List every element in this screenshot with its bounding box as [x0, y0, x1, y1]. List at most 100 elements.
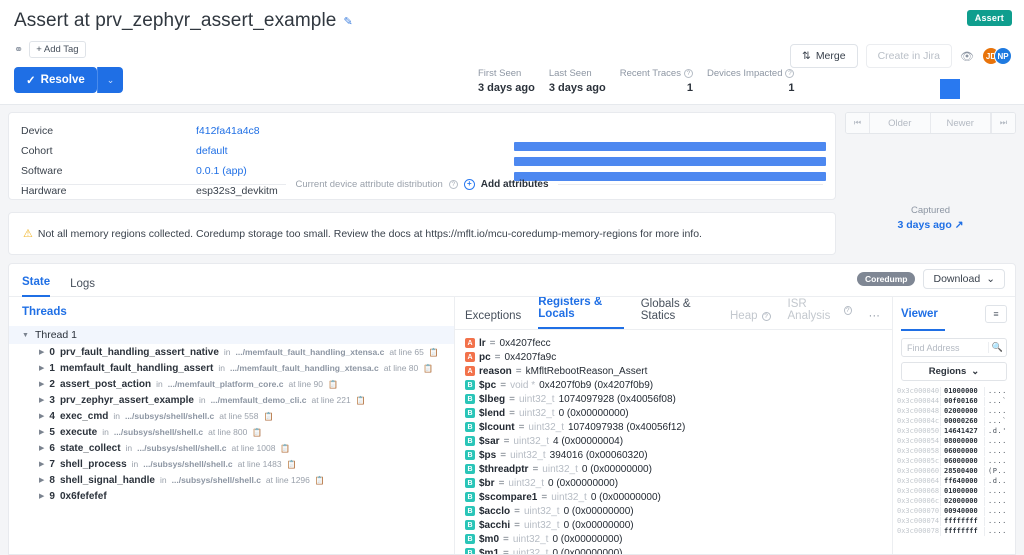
title-row: Assert at prv_zephyr_assert_example ✎ — [14, 10, 1010, 32]
hex-ascii: .d.' — [988, 426, 1007, 435]
stack-frame[interactable]: ▶ 2 assert_post_action in .../memfault_platf… — [9, 376, 454, 392]
tab-logs[interactable]: Logs — [70, 278, 95, 297]
register-row[interactable]: B $ps = uint32_t 394016 (0x00060320) — [465, 448, 892, 462]
register-row[interactable]: B $pc = void * 0x4207f0b9 (0x4207f0b9) — [465, 378, 892, 392]
stack-frame[interactable]: ▶ 0 prv_fault_handling_assert_native in .../… — [9, 344, 454, 360]
merge-button[interactable]: ⇅ Merge — [790, 44, 858, 68]
register-equals: = — [515, 365, 522, 377]
eye-icon[interactable]: 👁 — [960, 50, 974, 63]
captured-value[interactable]: 3 days ago ↗ — [845, 219, 1016, 231]
stat-recent-traces-value: 1 — [686, 82, 693, 94]
add-attributes-button[interactable]: Add attributes — [481, 179, 549, 190]
register-row[interactable]: B $m0 = uint32_t 0 (0x00000000) — [465, 532, 892, 546]
register-row[interactable]: B $br = uint32_t 0 (0x00000000) — [465, 476, 892, 490]
resolve-label: Resolve — [40, 74, 85, 86]
register-row[interactable]: Alr = 0x4207fecc — [465, 336, 892, 350]
regions-dropdown[interactable]: Regions ⌄ — [901, 362, 1007, 381]
tab-isr-analysis[interactable]: ISR Analysis ? — [788, 298, 852, 329]
copy-icon[interactable]: 📋 — [315, 476, 325, 485]
find-address-input[interactable] — [902, 342, 988, 353]
tab-overflow-menu[interactable]: ··· — [869, 310, 893, 329]
copy-icon[interactable]: 📋 — [429, 348, 439, 357]
register-row[interactable]: Areason = kMfltRebootReason_Assert — [465, 364, 892, 378]
search-icon[interactable]: 🔍 — [988, 342, 1006, 353]
register-row[interactable]: B $acclo = uint32_t 0 (0x00000000) — [465, 504, 892, 518]
register-scope-badge: B — [465, 380, 475, 390]
thread-row[interactable]: ▼ Thread 1 — [9, 326, 454, 344]
copy-icon[interactable]: 📋 — [280, 444, 290, 453]
skip-to-first-icon[interactable]: ⏮ — [846, 113, 870, 133]
header-actions: ⇅ Merge Create in Jira 👁 JD NP — [790, 44, 1012, 68]
stack-frame[interactable]: ▶ 7 shell_process in .../subsys/shell/shell.… — [9, 456, 454, 472]
register-row[interactable]: B $lcount = uint32_t 1074097938 (0x40056f12) — [465, 420, 892, 434]
stat-last-seen-value: 3 days ago — [548, 82, 606, 94]
copy-icon[interactable]: 📋 — [287, 460, 297, 469]
create-in-jira-button[interactable]: Create in Jira — [865, 44, 953, 68]
register-row[interactable]: B $m1 = uint32_t 0 (0x00000000) — [465, 546, 892, 554]
attr-value-cohort[interactable]: default — [196, 145, 228, 157]
external-link-icon[interactable]: ↗ — [955, 219, 964, 231]
copy-icon[interactable]: 📋 — [252, 428, 262, 437]
frame-in: in — [218, 363, 225, 373]
tab-globals-statics[interactable]: Globals & Statics — [641, 298, 713, 329]
download-button[interactable]: Download ⌄ — [923, 269, 1005, 289]
register-row[interactable]: B $sar = uint32_t 4 (0x00000004) — [465, 434, 892, 448]
register-row[interactable]: B $lend = uint32_t 0 (0x00000000) — [465, 406, 892, 420]
register-equals: = — [514, 519, 520, 531]
add-tag-button[interactable]: + Add Tag — [29, 41, 86, 58]
hex-address: 0x3c000060 — [897, 466, 940, 475]
copy-icon[interactable]: 📋 — [263, 412, 273, 421]
stack-frame[interactable]: ▶ 4 exec_cmd in .../subsys/shell/shell.c at l… — [9, 408, 454, 424]
attr-value-software[interactable]: 0.0.1 (app) — [196, 165, 247, 177]
copy-icon[interactable]: 📋 — [356, 396, 366, 405]
avatar[interactable]: NP — [994, 47, 1012, 65]
plus-circle-icon[interactable]: + — [463, 179, 475, 190]
hex-address: 0x3c000058 — [897, 446, 940, 455]
stack-frame[interactable]: ▶ 1 memfault_fault_handling_assert in .../me… — [9, 360, 454, 376]
register-scope-badge: B — [465, 408, 475, 418]
copy-icon[interactable]: 📋 — [328, 380, 338, 389]
tab-heap[interactable]: Heap ? — [730, 310, 771, 329]
frame-line: at line 1483 — [237, 459, 282, 469]
older-button[interactable]: Older — [870, 113, 931, 133]
tab-state[interactable]: State — [22, 276, 51, 297]
copy-icon[interactable]: 📋 — [423, 364, 433, 373]
hex-bytes: ffffffff — [940, 526, 985, 536]
stack-frame[interactable]: ▶ 6 state_collect in .../subsys/shell/shell.… — [9, 440, 454, 456]
resolve-dropdown-button[interactable]: ⌄ — [96, 67, 124, 93]
tab-registers-locals[interactable]: Registers & Locals — [538, 296, 624, 329]
stack-frame[interactable]: ▶ 9 0x6fefefef — [9, 488, 454, 504]
help-icon[interactable]: ? — [843, 305, 852, 315]
frame-in: in — [125, 443, 133, 453]
edit-title-pencil-icon[interactable]: ✎ — [343, 15, 352, 28]
hex-address: 0x3c000050 — [897, 426, 940, 435]
resolve-button[interactable]: ✓ Resolve — [14, 67, 97, 93]
threads-heading: Threads — [22, 306, 67, 318]
register-scope-badge: B — [465, 492, 475, 502]
stack-frame[interactable]: ▶ 5 execute in .../subsys/shell/shell.c at li… — [9, 424, 454, 440]
register-row[interactable]: B $lbeg = uint32_t 1074097928 (0x40056f08) — [465, 392, 892, 406]
help-icon[interactable]: ? — [785, 69, 795, 78]
stack-frame[interactable]: ▶ 3 prv_zephyr_assert_example in .../memfaul… — [9, 392, 454, 408]
help-icon[interactable]: ? — [448, 180, 458, 189]
help-icon[interactable]: ? — [761, 311, 771, 321]
tab-exceptions[interactable]: Exceptions — [465, 310, 521, 329]
register-row[interactable]: B $acchi = uint32_t 0 (0x00000000) — [465, 518, 892, 532]
register-row[interactable]: B $threadptr = uint32_t 0 (0x00000000) — [465, 462, 892, 476]
stack-frame[interactable]: ▶ 8 shell_signal_handle in .../subsys/shell/… — [9, 472, 454, 488]
hex-bytes: 28500400 — [940, 466, 985, 476]
stat-devices-impacted-label: Devices Impacted — [706, 68, 783, 79]
hex-ascii: .... — [988, 526, 1007, 535]
register-row[interactable]: B $scompare1 = uint32_t 0 (0x00000000) — [465, 490, 892, 504]
color-swatch — [940, 79, 960, 99]
device-attributes-card: Device f412fa41a4c8 Cohort default Softw… — [8, 112, 836, 200]
attr-value-device[interactable]: f412fa41a4c8 — [196, 125, 260, 137]
list-view-icon[interactable]: ≡ — [985, 304, 1007, 323]
attr-key: Device — [21, 125, 54, 137]
download-label: Download — [933, 273, 981, 285]
frame-index: 7 — [49, 458, 55, 470]
newer-button[interactable]: Newer — [930, 113, 991, 133]
register-row[interactable]: Apc = 0x4207fa9c — [465, 350, 892, 364]
help-icon[interactable]: ? — [683, 69, 693, 78]
skip-to-last-icon[interactable]: ⏭ — [991, 113, 1015, 133]
